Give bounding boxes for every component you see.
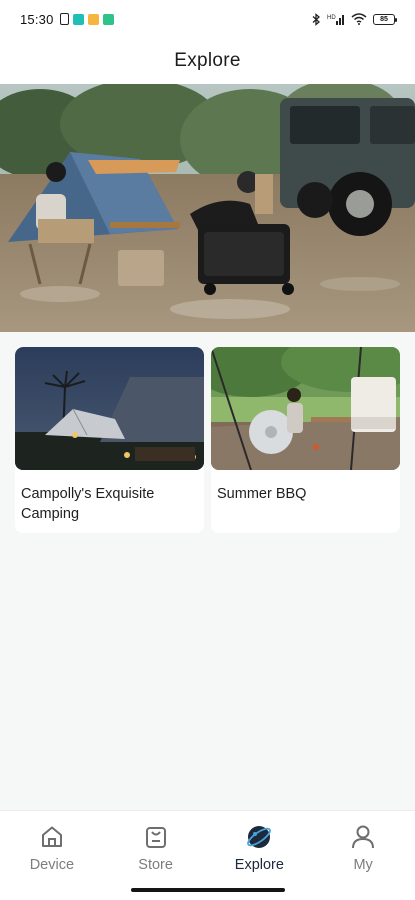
- tab-label: Store: [138, 857, 173, 873]
- bag-icon: [145, 827, 166, 848]
- card-image: [211, 347, 400, 470]
- person-icon: [352, 825, 375, 849]
- tab-label: My: [353, 857, 373, 873]
- svg-text:HD: HD: [327, 15, 336, 21]
- home-icon: [41, 826, 62, 847]
- wifi-icon: [351, 13, 367, 25]
- status-right: HD 85: [312, 12, 397, 26]
- tab-my[interactable]: My: [311, 811, 415, 900]
- bottom-tab-bar: Device Store Explore My: [0, 810, 415, 900]
- camping-scene-illustration: [0, 84, 415, 332]
- page-title: Explore: [174, 50, 241, 71]
- card-title: Campolly's Exquisite Camping: [21, 486, 155, 522]
- explore-card[interactable]: Campolly's Exquisite Camping: [15, 347, 204, 533]
- tab-store[interactable]: Store: [104, 811, 208, 900]
- battery-level: 85: [380, 15, 388, 23]
- status-time: 15:30: [20, 11, 54, 27]
- card-image: [15, 347, 204, 470]
- signal-icon: HD: [327, 15, 344, 25]
- page-header: Explore: [0, 38, 415, 84]
- bluetooth-icon: [312, 12, 320, 26]
- home-indicator[interactable]: [131, 888, 285, 892]
- app-notification-icon: [102, 13, 114, 25]
- app-notification-icon: [72, 13, 84, 25]
- hero-banner-image[interactable]: [0, 84, 415, 332]
- battery-icon: 85: [373, 13, 397, 25]
- status-left: 15:30: [20, 12, 114, 27]
- tab-label: Device: [29, 857, 75, 873]
- explore-card[interactable]: Summer BBQ: [211, 347, 400, 533]
- tab-device[interactable]: Device: [0, 811, 104, 900]
- card-title: Summer BBQ: [217, 486, 307, 502]
- planet-icon: [247, 826, 272, 848]
- app-notification-icon: [87, 13, 99, 25]
- vibrate-icon: [59, 13, 69, 25]
- status-bar: 15:30 HD 85: [0, 0, 415, 38]
- tab-label: Explore: [234, 857, 284, 873]
- tab-explore[interactable]: Explore: [208, 811, 312, 900]
